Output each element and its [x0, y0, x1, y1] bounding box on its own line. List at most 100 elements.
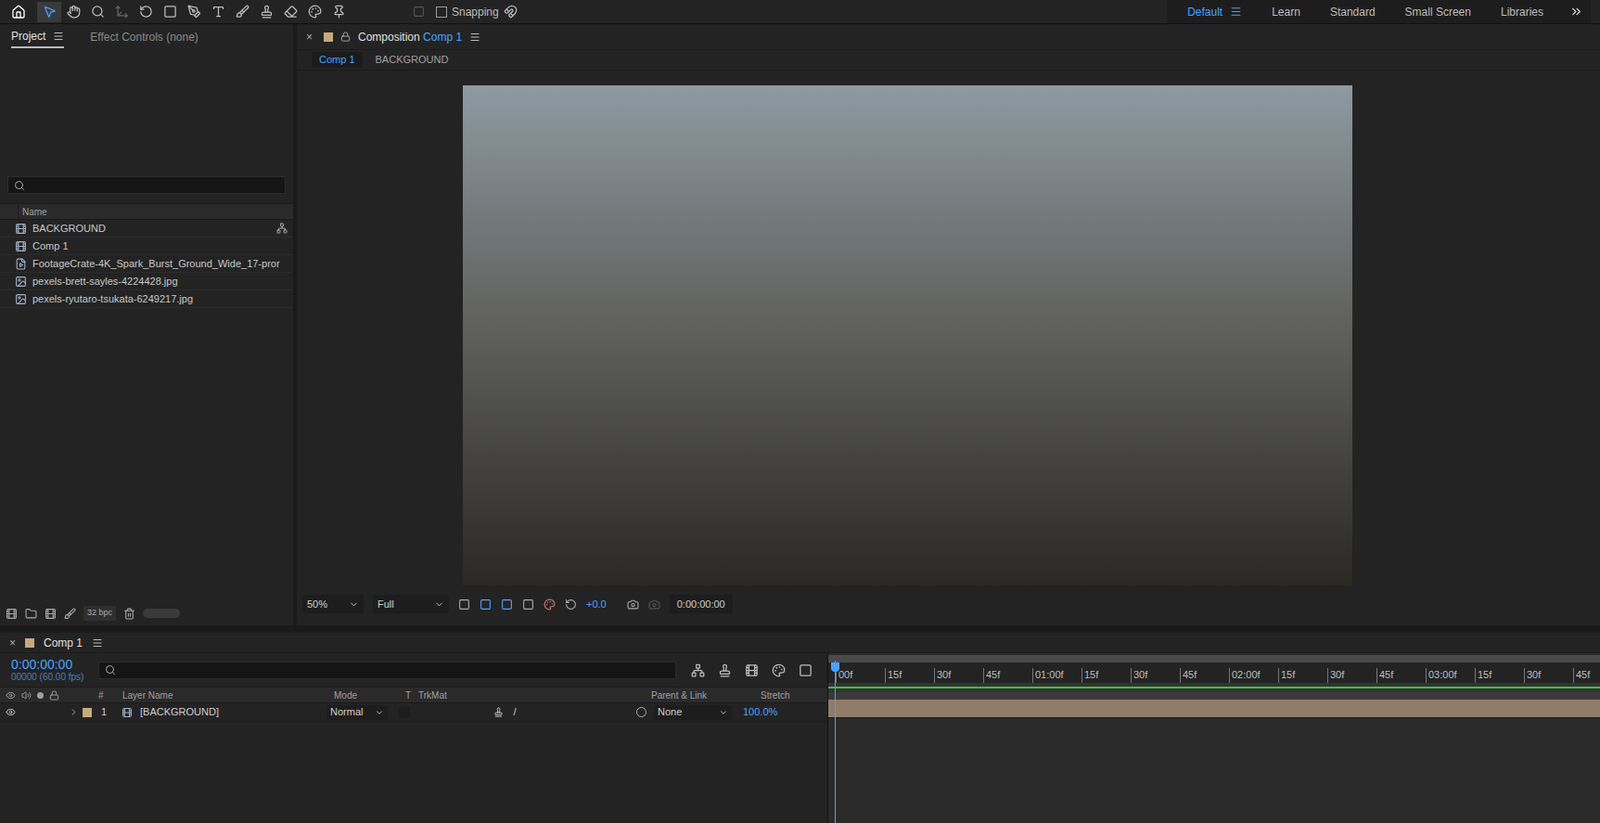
panel-tab[interactable]: Project	[11, 27, 64, 49]
snapping-checkbox[interactable]: Snapping	[435, 3, 500, 21]
hand-tool[interactable]	[61, 1, 86, 23]
work-area-bar[interactable]	[828, 682, 1600, 692]
frame-blend-icon[interactable]	[744, 663, 759, 678]
zoom-dropdown[interactable]: 50%	[302, 594, 364, 614]
project-item[interactable]: Comp 1	[0, 237, 294, 256]
home-button[interactable]	[7, 1, 30, 23]
orbit-tool[interactable]	[109, 1, 134, 23]
quality-switch[interactable]: /	[504, 704, 525, 720]
more-icon[interactable]	[1569, 4, 1584, 19]
thumbnail-slider[interactable]	[142, 608, 180, 618]
flowchart-icon[interactable]	[691, 663, 705, 678]
graph-editor-icon[interactable]	[798, 663, 813, 678]
shy-switch[interactable]	[491, 705, 505, 719]
resolution-dropdown[interactable]: Full	[372, 594, 449, 614]
stretch-value[interactable]: 100.0%	[742, 704, 778, 720]
interpret-icon[interactable]	[5, 607, 18, 620]
layer-bar[interactable]	[828, 699, 1600, 718]
current-time[interactable]: 0:00:00:00	[11, 657, 84, 672]
menu-icon[interactable]	[91, 637, 103, 649]
layer-search[interactable]	[98, 661, 677, 679]
roto-tool[interactable]	[302, 1, 327, 23]
project-item[interactable]: pexels-ryutaro-tsukata-6249217.jpg	[0, 290, 294, 308]
layer-name[interactable]: [BACKGROUND]	[132, 704, 327, 720]
motion-blur-icon[interactable]	[771, 663, 786, 678]
color-icon[interactable]	[543, 598, 556, 611]
transparency-icon[interactable]	[479, 598, 492, 611]
workspace-tab[interactable]: Default	[1174, 3, 1255, 21]
axis-mode[interactable]	[406, 1, 431, 23]
ruler-tick: 15f	[1278, 667, 1328, 683]
playhead[interactable]	[834, 660, 836, 823]
navigator-bar[interactable]	[828, 654, 1600, 663]
pen-tool[interactable]	[181, 1, 206, 23]
project-item[interactable]: FootageCrate-4K_Spark_Burst_Ground_Wide_…	[0, 255, 294, 273]
panel-tab[interactable]: Effect Controls (none)	[89, 28, 199, 48]
workspace-tab[interactable]: Libraries	[1487, 3, 1557, 21]
bpc-label[interactable]: 32 bpc	[83, 605, 116, 621]
playhead-handle[interactable]	[831, 662, 840, 672]
expand-icon[interactable]	[68, 706, 79, 717]
workspace-tab[interactable]: Learn	[1258, 3, 1314, 21]
show-snapshot-icon[interactable]	[648, 598, 661, 611]
exposure-reset-icon[interactable]	[564, 598, 577, 611]
visibility-icon[interactable]	[5, 706, 16, 717]
snapping-box[interactable]	[435, 6, 448, 18]
region-icon[interactable]	[458, 598, 471, 611]
ruler-tick: 01:00f	[1032, 667, 1082, 683]
render-icon[interactable]	[64, 607, 77, 620]
trash-icon[interactable]	[123, 607, 136, 620]
comp-icon	[14, 222, 27, 235]
zoom-tool[interactable]	[85, 1, 110, 23]
folder-icon[interactable]	[25, 607, 38, 620]
type-tool[interactable]	[205, 1, 231, 23]
lock-icon[interactable]	[340, 31, 351, 42]
snap-options[interactable]	[499, 1, 524, 23]
close-button[interactable]: ×	[306, 28, 313, 46]
flowchart-icon[interactable]	[276, 222, 288, 234]
label-swatch[interactable]	[82, 707, 92, 717]
snapshot-icon[interactable]	[627, 598, 640, 611]
layer-row[interactable]: 1[BACKGROUND]Normal/None100.0%	[0, 703, 828, 722]
pick-whip[interactable]	[636, 706, 647, 717]
magnet-icon	[503, 4, 518, 19]
close-button[interactable]: ×	[9, 634, 16, 652]
guides-icon[interactable]	[522, 598, 535, 611]
rectangle-tool[interactable]	[157, 1, 182, 23]
project-search[interactable]	[7, 176, 286, 194]
new-comp-icon[interactable]	[44, 607, 57, 620]
mode-dropdown[interactable]: Normal	[326, 704, 388, 720]
timeline-tab[interactable]: Comp 1	[43, 634, 83, 652]
name-column[interactable]: Name	[18, 204, 48, 219]
project-item[interactable]: pexels-brett-sayles-4224428.jpg	[0, 272, 294, 291]
puppet-tool[interactable]	[326, 1, 351, 23]
shy-icon[interactable]	[717, 663, 732, 678]
composition-tab[interactable]: Composition Comp 1	[358, 28, 462, 46]
eraser-icon	[283, 4, 298, 19]
lock-icon	[49, 690, 60, 701]
rotate-tool[interactable]	[133, 1, 158, 23]
rectangle-icon	[163, 4, 178, 19]
eye-icon	[5, 690, 16, 701]
video-file-icon	[14, 257, 27, 270]
stamp-tool[interactable]	[254, 1, 279, 23]
preserve-box[interactable]	[398, 706, 410, 718]
breadcrumb[interactable]: Comp 1	[311, 51, 363, 68]
composition-frame[interactable]	[462, 85, 1353, 586]
exposure-value[interactable]: +0.0	[586, 596, 607, 613]
mask-icon[interactable]	[500, 598, 513, 611]
selection-tool[interactable]	[37, 1, 62, 23]
breadcrumb[interactable]: BACKGROUND	[368, 51, 457, 68]
composition-tab-row: × Composition Comp 1	[296, 24, 1600, 51]
t-column: T	[405, 688, 419, 703]
workspace-tab[interactable]: Standard	[1317, 3, 1389, 21]
menu-icon[interactable]	[469, 31, 481, 43]
layer-name-column[interactable]: Layer Name	[122, 688, 334, 703]
brush-tool[interactable]	[230, 1, 255, 23]
parent-dropdown[interactable]: None	[653, 704, 732, 720]
time-ruler[interactable]: 00f15f30f45f01:00f15f30f45f02:00f15f30f4…	[828, 662, 1600, 683]
project-item[interactable]: BACKGROUND	[0, 219, 294, 238]
timecode-field[interactable]: 0:00:00:00	[669, 594, 733, 614]
workspace-tab[interactable]: Small Screen	[1392, 3, 1485, 21]
eraser-tool[interactable]	[278, 1, 303, 23]
